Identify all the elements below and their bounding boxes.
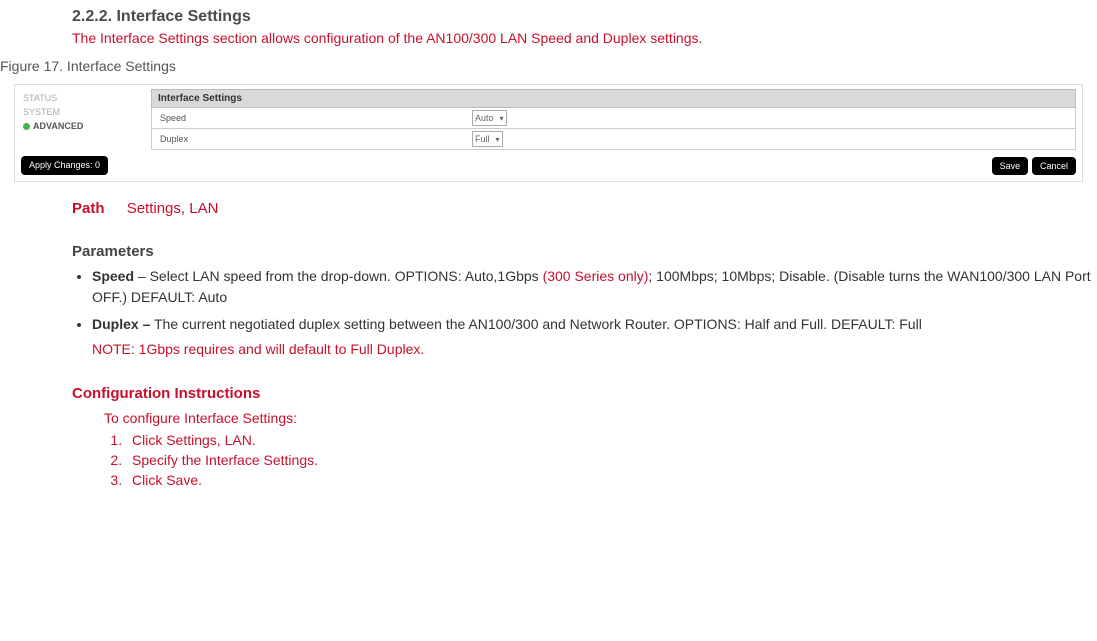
duplex-note: NOTE: 1Gbps requires and will default to… xyxy=(92,341,1097,357)
nav-item-advanced[interactable]: ADVANCED xyxy=(21,119,141,133)
screenshot-panel: Interface Settings Speed Auto ▾ Duplex F… xyxy=(151,89,1076,150)
duplex-select-value: Full xyxy=(475,134,490,144)
row-duplex-label: Duplex xyxy=(152,130,468,148)
param-duplex: Duplex – The current negotiated duplex s… xyxy=(92,314,1097,335)
step-2: Specify the Interface Settings. xyxy=(126,452,1097,468)
chevron-down-icon: ▾ xyxy=(496,135,500,144)
param-duplex-text: The current negotiated duplex setting be… xyxy=(150,316,921,332)
param-duplex-label: Duplex – xyxy=(92,316,150,332)
active-dot-icon xyxy=(23,123,30,130)
parameters-list: Speed – Select LAN speed from the drop-d… xyxy=(72,266,1097,335)
param-speed-red: (300 Series only) xyxy=(543,268,649,284)
config-instructions-heading: Configuration Instructions xyxy=(72,385,1097,402)
panel-title: Interface Settings xyxy=(151,89,1076,108)
apply-changes-button[interactable]: Apply Changes: 0 xyxy=(21,156,108,175)
speed-select[interactable]: Auto ▾ xyxy=(472,110,507,126)
duplex-select[interactable]: Full ▾ xyxy=(472,131,503,147)
chevron-down-icon: ▾ xyxy=(500,114,504,123)
nav-item-status[interactable]: STATUS xyxy=(21,91,141,105)
param-speed-label: Speed xyxy=(92,268,134,284)
param-speed: Speed – Select LAN speed from the drop-d… xyxy=(92,266,1097,308)
config-intro: To configure Interface Settings: xyxy=(104,410,1097,426)
figure-caption: Figure 17. Interface Settings xyxy=(0,58,1097,74)
nav-item-system[interactable]: SYSTEM xyxy=(21,105,141,119)
row-duplex: Duplex Full ▾ xyxy=(151,129,1076,150)
path-label: Path xyxy=(72,200,105,217)
row-speed-label: Speed xyxy=(152,109,468,127)
save-button[interactable]: Save xyxy=(992,157,1029,175)
speed-select-value: Auto xyxy=(475,113,494,123)
nav-item-advanced-label: ADVANCED xyxy=(33,121,83,131)
step-3: Click Save. xyxy=(126,472,1097,488)
param-speed-text1: – Select LAN speed from the drop-down. O… xyxy=(134,268,543,284)
parameters-heading: Parameters xyxy=(72,243,1097,260)
path-value: Settings, LAN xyxy=(127,200,219,217)
step-1: Click Settings, LAN. xyxy=(126,432,1097,448)
interface-settings-screenshot: STATUS SYSTEM ADVANCED Interface Setting… xyxy=(14,84,1083,182)
screenshot-nav: STATUS SYSTEM ADVANCED xyxy=(21,89,141,150)
cancel-button[interactable]: Cancel xyxy=(1032,157,1076,175)
section-subtext: The Interface Settings section allows co… xyxy=(72,30,1097,46)
section-heading: 2.2.2. Interface Settings xyxy=(72,8,1097,26)
config-steps: Click Settings, LAN. Specify the Interfa… xyxy=(104,432,1097,488)
row-speed: Speed Auto ▾ xyxy=(151,108,1076,129)
path-row: Path Settings, LAN xyxy=(72,200,1097,217)
